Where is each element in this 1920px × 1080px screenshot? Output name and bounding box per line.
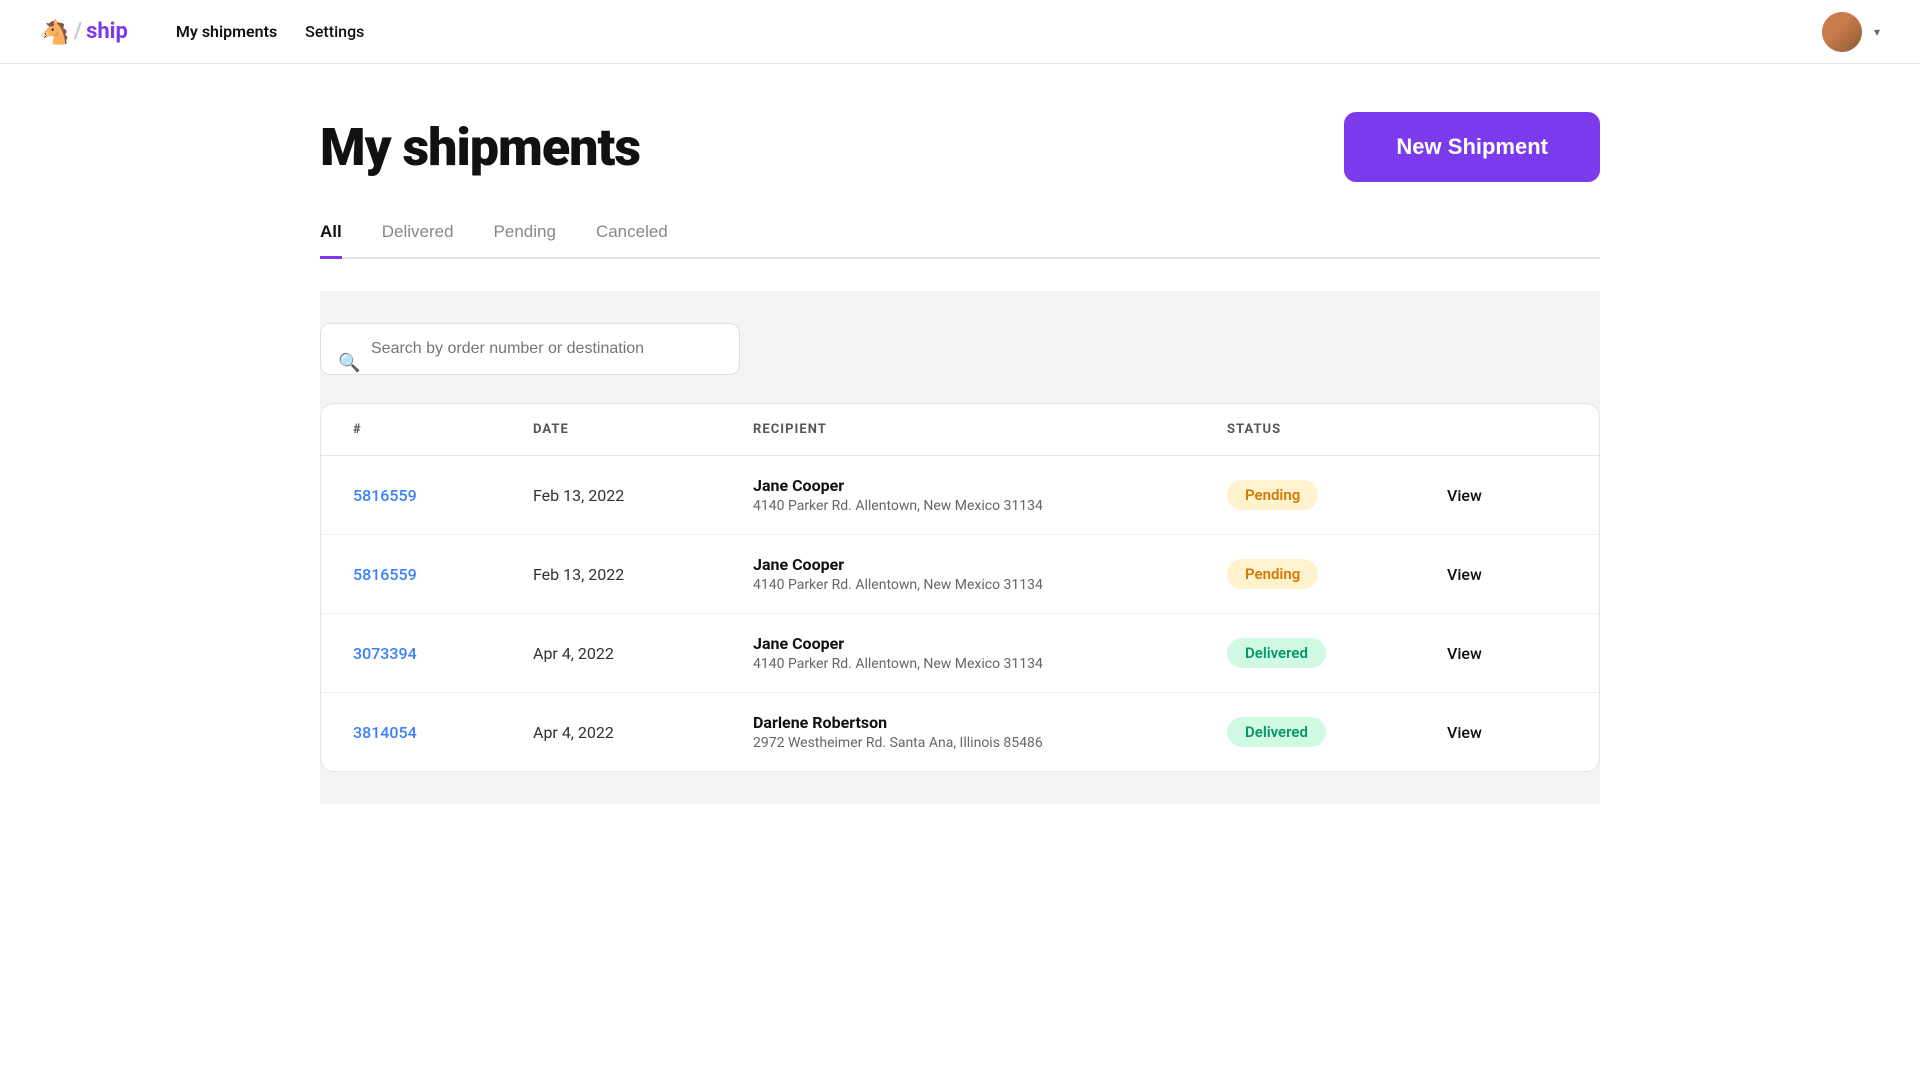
avatar[interactable]: [1822, 12, 1862, 52]
header-row: My shipments New Shipment: [320, 112, 1600, 182]
status-badge: Pending: [1227, 480, 1318, 510]
status-badge: Delivered: [1227, 638, 1326, 668]
view-action[interactable]: View: [1447, 723, 1567, 742]
col-header-recipient: RECIPIENT: [753, 422, 1227, 437]
recipient: Darlene Robertson 2972 Westheimer Rd. Sa…: [753, 713, 1227, 751]
logo-text: ship: [86, 19, 128, 44]
recipient: Jane Cooper 4140 Parker Rd. Allentown, N…: [753, 555, 1227, 593]
main-content: My shipments New Shipment All Delivered …: [260, 64, 1660, 804]
tab-all[interactable]: All: [320, 222, 342, 259]
content-area: 🔍 # DATE RECIPIENT STATUS 5816559 Feb 13…: [320, 291, 1600, 804]
logo-horse-icon: 🐴: [40, 18, 70, 46]
shipments-table: # DATE RECIPIENT STATUS 5816559 Feb 13, …: [320, 403, 1600, 772]
order-number[interactable]: 3814054: [353, 723, 533, 742]
avatar-image: [1822, 12, 1862, 52]
navbar: 🐴 / ship My shipments Settings ▾: [0, 0, 1920, 64]
search-container: 🔍: [320, 323, 740, 403]
order-date: Apr 4, 2022: [533, 644, 753, 663]
tabs: All Delivered Pending Canceled: [320, 222, 1600, 259]
table-row: 3073394 Apr 4, 2022 Jane Cooper 4140 Par…: [321, 614, 1599, 693]
order-date: Feb 13, 2022: [533, 486, 753, 505]
table-row: 5816559 Feb 13, 2022 Jane Cooper 4140 Pa…: [321, 535, 1599, 614]
new-shipment-button[interactable]: New Shipment: [1344, 112, 1600, 182]
order-number[interactable]: 5816559: [353, 486, 533, 505]
logo[interactable]: 🐴 / ship: [40, 18, 128, 46]
table-header: # DATE RECIPIENT STATUS: [321, 404, 1599, 456]
recipient: Jane Cooper 4140 Parker Rd. Allentown, N…: [753, 634, 1227, 672]
tab-pending[interactable]: Pending: [494, 222, 556, 259]
table-row: 3814054 Apr 4, 2022 Darlene Robertson 29…: [321, 693, 1599, 771]
order-number[interactable]: 5816559: [353, 565, 533, 584]
nav-link-shipments[interactable]: My shipments: [176, 22, 277, 41]
order-number[interactable]: 3073394: [353, 644, 533, 663]
logo-slash: /: [74, 19, 82, 44]
page-title: My shipments: [320, 117, 640, 178]
view-action[interactable]: View: [1447, 565, 1567, 584]
tab-delivered[interactable]: Delivered: [382, 222, 454, 259]
nav-link-settings[interactable]: Settings: [305, 22, 364, 41]
recipient: Jane Cooper 4140 Parker Rd. Allentown, N…: [753, 476, 1227, 514]
status-cell: Delivered: [1227, 717, 1447, 747]
col-header-action: [1447, 422, 1567, 437]
tab-canceled[interactable]: Canceled: [596, 222, 668, 259]
search-icon: 🔍: [338, 353, 360, 374]
order-date: Feb 13, 2022: [533, 565, 753, 584]
table-row: 5816559 Feb 13, 2022 Jane Cooper 4140 Pa…: [321, 456, 1599, 535]
nav-links: My shipments Settings: [176, 22, 364, 41]
status-cell: Delivered: [1227, 638, 1447, 668]
status-cell: Pending: [1227, 559, 1447, 589]
status-cell: Pending: [1227, 480, 1447, 510]
col-header-date: DATE: [533, 422, 753, 437]
search-input[interactable]: [320, 323, 740, 375]
view-action[interactable]: View: [1447, 644, 1567, 663]
view-action[interactable]: View: [1447, 486, 1567, 505]
order-date: Apr 4, 2022: [533, 723, 753, 742]
status-badge: Pending: [1227, 559, 1318, 589]
status-badge: Delivered: [1227, 717, 1326, 747]
nav-right: ▾: [1822, 12, 1880, 52]
col-header-number: #: [353, 422, 533, 437]
col-header-status: STATUS: [1227, 422, 1447, 437]
chevron-down-icon[interactable]: ▾: [1874, 25, 1880, 39]
